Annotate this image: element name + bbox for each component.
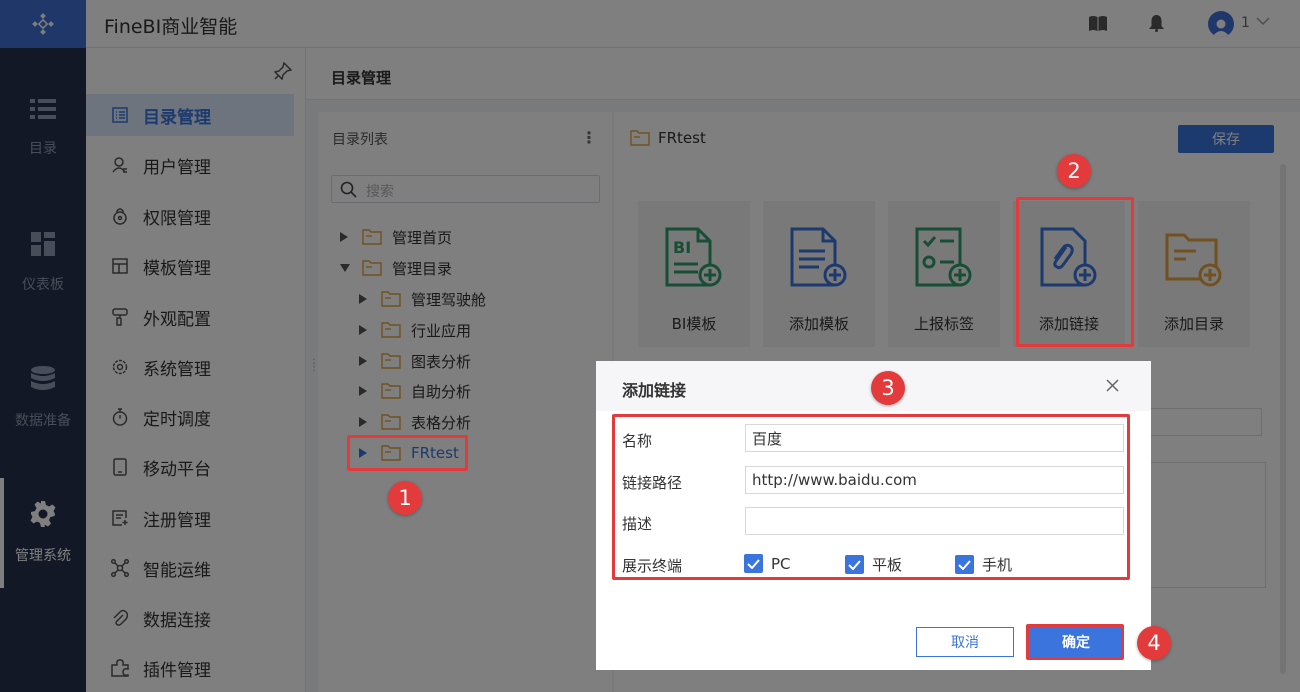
checkbox-pc[interactable]: PC: [744, 554, 791, 573]
url-label: 链接路径: [622, 474, 683, 492]
name-field[interactable]: [745, 424, 1124, 452]
add-link-dialog: 添加链接 名称 链接路径 描述 展示终端 PC 平板 手机 取消 确定: [596, 361, 1151, 670]
step-badge-3: 3: [871, 371, 905, 405]
name-label: 名称: [622, 432, 653, 450]
terminal-label: 展示终端: [622, 557, 683, 575]
step-badge-1: 1: [388, 481, 422, 515]
checkbox-label: 手机: [982, 556, 1013, 574]
checkbox-label: 平板: [872, 556, 903, 574]
checkmark-icon: [747, 558, 760, 569]
checkbox-tablet[interactable]: 平板: [845, 554, 902, 575]
cancel-button[interactable]: 取消: [916, 627, 1014, 657]
confirm-button[interactable]: 确定: [1029, 627, 1123, 657]
step-badge-4: 4: [1137, 626, 1171, 660]
url-field[interactable]: [745, 466, 1124, 494]
checkbox-label: PC: [771, 554, 791, 573]
checkmark-icon: [958, 559, 971, 570]
close-icon[interactable]: [1106, 379, 1119, 392]
description-label: 描述: [622, 515, 653, 533]
checkbox-phone[interactable]: 手机: [955, 554, 1012, 575]
description-field[interactable]: [745, 507, 1124, 535]
step-badge-2: 2: [1057, 154, 1091, 188]
checkmark-icon: [848, 559, 861, 570]
dialog-title: 添加链接: [622, 381, 687, 400]
